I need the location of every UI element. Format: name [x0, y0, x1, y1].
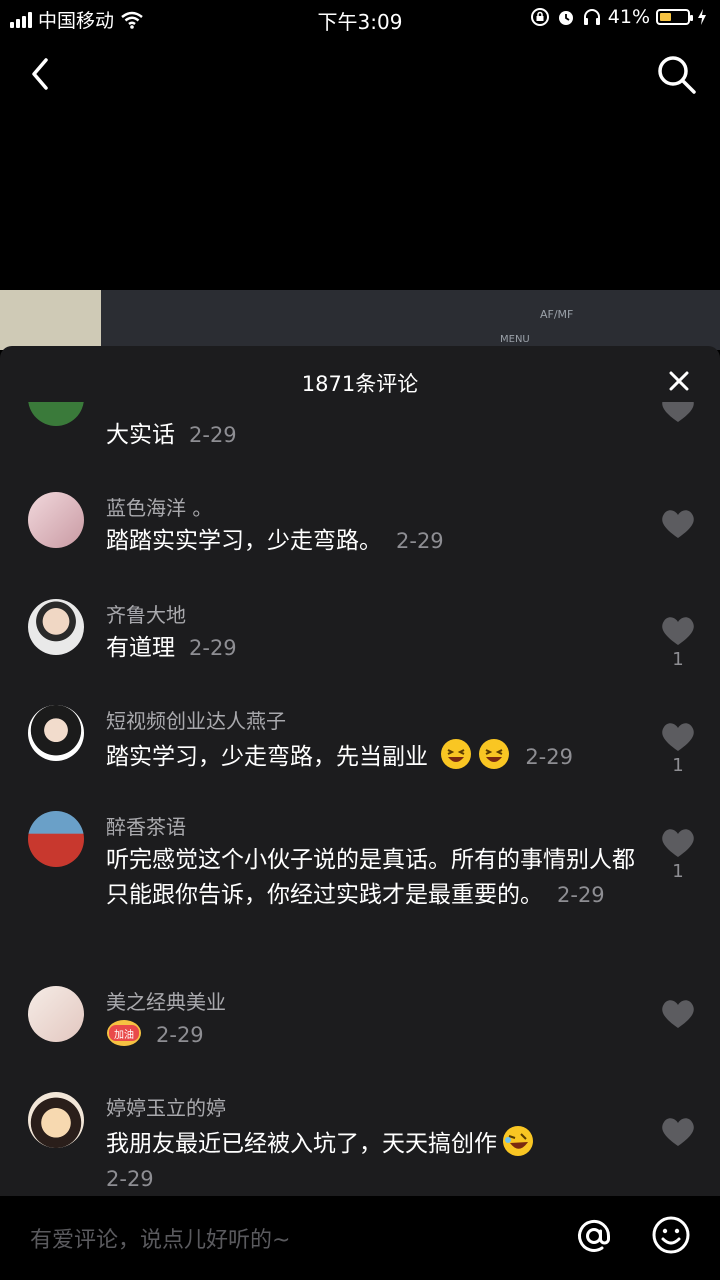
- at-icon[interactable]: [572, 1214, 616, 1258]
- comment-date: 2-29: [396, 529, 444, 553]
- avatar[interactable]: [28, 599, 84, 655]
- alarm-icon: [558, 11, 573, 25]
- comment-username[interactable]: 蓝色海洋 。: [106, 492, 212, 521]
- comment-text: 踏踏实实学习，少走弯路。 2-29: [106, 528, 444, 554]
- heart-icon[interactable]: [660, 402, 696, 424]
- comment-username[interactable]: 短视频创业达人燕子: [106, 705, 286, 734]
- comment-input-bar: 有爱评论，说点儿好听的~: [0, 1196, 720, 1280]
- comment-date: 2-29: [189, 636, 237, 660]
- rolling-laugh-emoji-icon: [503, 1126, 533, 1156]
- video-preview[interactable]: AF/MF MENU: [0, 290, 720, 350]
- comment-date: 2-29: [189, 423, 237, 447]
- comment-date: 2-29: [106, 1167, 154, 1191]
- charging-icon: [698, 9, 706, 25]
- heart-icon[interactable]: [660, 615, 696, 647]
- comment-date: 2-29: [156, 1023, 204, 1047]
- sticker-label: 加油: [114, 1028, 134, 1041]
- comment-list[interactable]: 大实话 2-29 蓝色海洋 。 踏踏实实学习，少走弯路。 2-29 齐鲁大地 有道理…: [0, 402, 720, 1196]
- chevron-left-icon[interactable]: [22, 52, 62, 96]
- search-icon[interactable]: [654, 52, 698, 96]
- like-count: 1: [672, 755, 684, 776]
- comment-sheet: 1871条评论 大实话 2-29 蓝色海洋 。 踏踏实实学习，少走弯路。 2-29: [0, 346, 720, 1196]
- video-label-menu: MENU: [500, 334, 530, 345]
- laughing-emoji-icon: [479, 739, 510, 769]
- battery-icon: [656, 9, 693, 25]
- heart-icon[interactable]: [660, 827, 696, 859]
- comment-text: 踏实学习，少走弯路，先当副业 2-29: [106, 737, 636, 775]
- comment-text: 听完感觉这个小伙子说的是真话。所有的事情别人都只能跟你告诉，你经过实践才是最重要…: [106, 847, 635, 908]
- close-icon[interactable]: [664, 366, 694, 396]
- avatar[interactable]: [28, 492, 84, 548]
- comment-username[interactable]: 婷婷玉立的婷: [106, 1092, 226, 1121]
- comment-username[interactable]: 醉香茶语: [106, 811, 186, 840]
- rotation-lock-icon: [530, 8, 549, 26]
- avatar[interactable]: [28, 402, 84, 426]
- comment-text: 大实话 2-29: [106, 422, 237, 448]
- avatar[interactable]: [28, 811, 84, 867]
- comment-text: 我朋友最近已经被入坑了，天天搞创作 2-29: [106, 1124, 636, 1196]
- status-icons: 41%: [530, 6, 708, 28]
- battery-percent: 41%: [607, 6, 650, 28]
- jiayou-sticker-icon: 加油: [107, 1020, 141, 1046]
- heart-icon[interactable]: [660, 998, 696, 1030]
- comment-username[interactable]: 美之经典美业: [106, 986, 226, 1015]
- heart-icon[interactable]: [660, 721, 696, 753]
- smiley-icon[interactable]: [650, 1214, 692, 1256]
- avatar[interactable]: [28, 705, 84, 761]
- comment-input[interactable]: 有爱评论，说点儿好听的~: [30, 1222, 290, 1254]
- comment-date: 2-29: [525, 745, 573, 769]
- comment-date: 2-29: [557, 883, 605, 907]
- like-count: 1: [672, 861, 684, 882]
- headphones-icon: [583, 9, 600, 25]
- comment-count-title: 1871条评论: [301, 372, 419, 396]
- comment-username[interactable]: 齐鲁大地: [106, 599, 186, 628]
- top-nav: [0, 40, 720, 110]
- heart-icon[interactable]: [660, 1116, 696, 1148]
- comment-text: 有道理 2-29: [106, 635, 237, 661]
- laughing-emoji-icon: [441, 739, 472, 769]
- avatar[interactable]: [28, 986, 84, 1042]
- avatar[interactable]: [28, 1092, 84, 1148]
- heart-icon[interactable]: [660, 508, 696, 540]
- like-count: 1: [672, 649, 684, 670]
- video-label-af: AF/MF: [540, 308, 574, 321]
- status-bar: 中国移动 下午3:09 41%: [0, 0, 720, 36]
- comment-text: 加油 2-29: [106, 1018, 636, 1053]
